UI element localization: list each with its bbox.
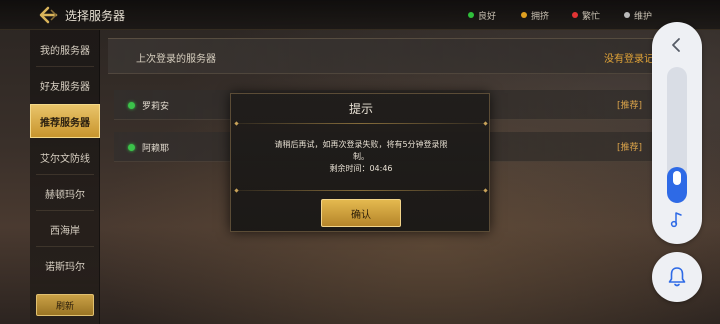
recommend-tag: [推荐] bbox=[616, 143, 642, 153]
collapse-button[interactable] bbox=[668, 36, 686, 54]
top-bar: 选择服务器 良好 拥挤 繁忙 维护 bbox=[0, 0, 720, 30]
section-title: 上次登录的服务器 bbox=[136, 54, 216, 65]
dialog-message-line: 请稍后再试，如再次登录失败，将有5分钟登录限 bbox=[274, 140, 448, 149]
sidebar-item-region-4[interactable]: 诺斯玛尔 bbox=[30, 248, 100, 282]
divider-cap bbox=[234, 188, 239, 193]
status-dot-crowded bbox=[521, 12, 527, 18]
legend-label: 拥挤 bbox=[531, 11, 550, 22]
dialog-divider-bottom bbox=[237, 190, 485, 191]
legend-good: 良好 bbox=[468, 9, 497, 22]
divider-cap bbox=[234, 121, 239, 126]
sidebar-item-my-servers[interactable]: 我的服务器 bbox=[30, 32, 100, 66]
countdown-text: 剩余时间：04:46 bbox=[329, 164, 393, 173]
divider bbox=[36, 210, 94, 211]
back-arrow-icon bbox=[39, 6, 58, 24]
server-name: 罗莉安 bbox=[142, 102, 170, 112]
legend-maintenance: 维护 bbox=[624, 9, 653, 22]
divider bbox=[36, 66, 94, 67]
confirm-button[interactable]: 确认 bbox=[321, 199, 401, 227]
status-dot-icon bbox=[128, 144, 135, 151]
sidebar-item-region-1[interactable]: 艾尔文防线 bbox=[30, 140, 100, 174]
dialog-divider-top bbox=[237, 123, 485, 124]
floating-media-panel bbox=[652, 22, 702, 244]
page-title: 选择服务器 bbox=[65, 9, 126, 23]
sidebar-item-recommended[interactable]: 推荐服务器 bbox=[30, 104, 100, 138]
notice-dialog: 提示 请稍后再试，如再次登录失败，将有5分钟登录限 制。 剩余时间：04:46 … bbox=[230, 93, 490, 232]
divider bbox=[36, 246, 94, 247]
divider-cap bbox=[483, 188, 488, 193]
legend-label: 繁忙 bbox=[582, 11, 601, 22]
volume-slider[interactable] bbox=[667, 67, 687, 203]
back-button[interactable] bbox=[36, 4, 62, 26]
dialog-message-line: 制。 bbox=[353, 152, 369, 161]
legend-label: 维护 bbox=[634, 11, 653, 22]
status-dot-icon bbox=[128, 102, 135, 109]
music-note-icon[interactable] bbox=[668, 210, 686, 228]
sidebar-item-region-2[interactable]: 赫顿玛尔 bbox=[30, 176, 100, 210]
last-login-section-header: 上次登录的服务器 没有登录记录 bbox=[108, 38, 668, 74]
dialog-title: 提示 bbox=[348, 102, 373, 116]
divider bbox=[36, 174, 94, 175]
dialog-message: 请稍后再试，如再次登录失败，将有5分钟登录限 制。 剩余时间：04:46 bbox=[255, 139, 467, 175]
status-dot-busy bbox=[572, 12, 578, 18]
refresh-button[interactable]: 刷新 bbox=[36, 294, 94, 316]
notification-button[interactable] bbox=[652, 252, 702, 302]
server-category-sidebar: 我的服务器 好友服务器 推荐服务器 艾尔文防线 赫顿玛尔 西海岸 诺斯玛尔 刷新 bbox=[30, 30, 100, 324]
status-dot-good bbox=[468, 12, 474, 18]
sidebar-item-friend-servers[interactable]: 好友服务器 bbox=[30, 68, 100, 102]
legend-busy: 繁忙 bbox=[572, 9, 601, 22]
bell-icon bbox=[668, 267, 686, 287]
status-dot-maintenance bbox=[624, 12, 630, 18]
volume-slider-knob[interactable] bbox=[673, 171, 681, 185]
music-note-icon-svg bbox=[670, 212, 682, 228]
divider-cap bbox=[483, 121, 488, 126]
chevron-left-icon bbox=[672, 38, 680, 52]
legend-label: 良好 bbox=[478, 11, 497, 22]
sidebar-item-region-3[interactable]: 西海岸 bbox=[30, 212, 100, 246]
recommend-tag: [推荐] bbox=[616, 101, 642, 111]
server-name: 阿赖耶 bbox=[142, 144, 170, 154]
legend-crowded: 拥挤 bbox=[521, 9, 550, 22]
